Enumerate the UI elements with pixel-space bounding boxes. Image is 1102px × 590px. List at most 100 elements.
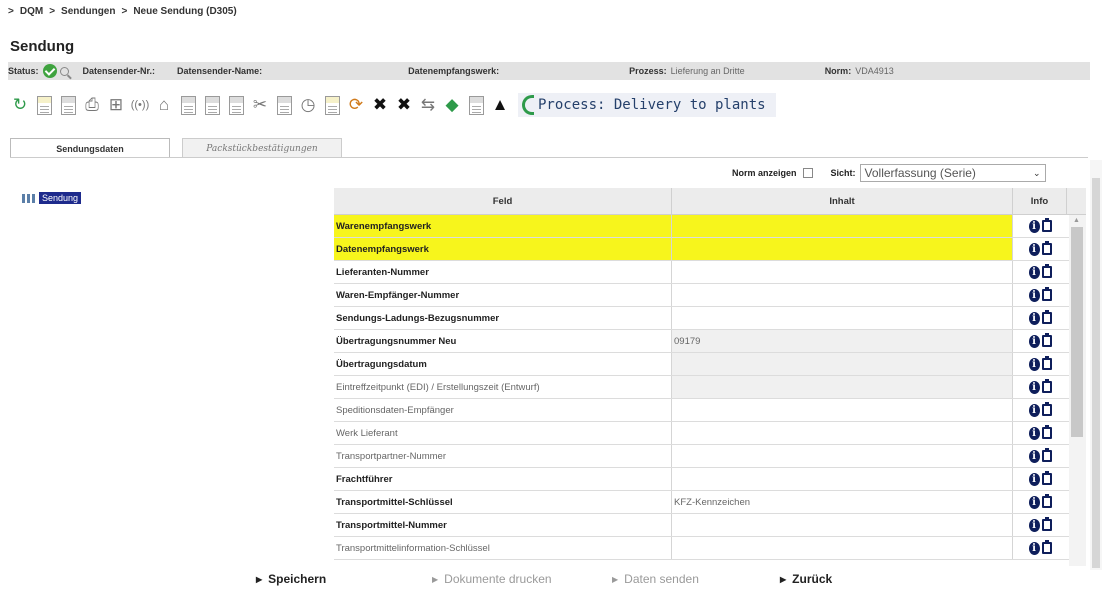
- page-scrollbar-thumb[interactable]: [1092, 178, 1100, 568]
- clipboard-icon[interactable]: [1041, 333, 1052, 347]
- info-icon[interactable]: i: [1028, 518, 1040, 532]
- sicht-select[interactable]: Vollerfassung (Serie) ⌄: [859, 164, 1046, 182]
- cycle-icon[interactable]: ⟳: [346, 93, 366, 117]
- print-documents-button[interactable]: ▶ Dokumente drucken: [432, 572, 552, 586]
- clipboard-icon[interactable]: [1041, 241, 1052, 255]
- field-value-input[interactable]: [672, 215, 1013, 237]
- scroll-up-icon[interactable]: ▲: [1073, 217, 1080, 224]
- field-value-input[interactable]: [672, 445, 1013, 467]
- warning-bell-icon[interactable]: ▲: [490, 93, 510, 117]
- breadcrumb-item-sendungen[interactable]: Sendungen: [61, 6, 115, 17]
- tab-packstueckbestaetigungen[interactable]: Packstückbestätigungen: [182, 138, 342, 158]
- clipboard-icon[interactable]: [1041, 218, 1052, 232]
- field-value-input[interactable]: [672, 422, 1013, 444]
- radio-icon[interactable]: ((•)): [130, 93, 150, 117]
- field-value-input[interactable]: [672, 261, 1013, 283]
- info-icon[interactable]: i: [1028, 472, 1040, 486]
- page-scrollbar[interactable]: [1090, 160, 1102, 570]
- transfer-icon[interactable]: ⇆: [418, 93, 438, 117]
- grid-scrollbar[interactable]: ▲: [1069, 215, 1086, 566]
- clipboard-icon[interactable]: [1041, 425, 1052, 439]
- truck-icon[interactable]: ◆: [442, 93, 462, 117]
- table-row[interactable]: Frachtführer i: [334, 468, 1086, 491]
- table-row[interactable]: Speditionsdaten-Empfänger i: [334, 399, 1086, 422]
- info-icon[interactable]: i: [1028, 495, 1040, 509]
- breadcrumb-item-dqm[interactable]: DQM: [20, 6, 43, 17]
- page-icon[interactable]: [178, 93, 198, 117]
- paste-icon[interactable]: [274, 93, 294, 117]
- info-icon[interactable]: i: [1028, 288, 1040, 302]
- table-row[interactable]: Transportpartner-Nummer i: [334, 445, 1086, 468]
- clipboard-icon[interactable]: [1041, 264, 1052, 278]
- table-row[interactable]: Waren-Empfänger-Nummer i: [334, 284, 1086, 307]
- table-row[interactable]: Eintreffzeitpunkt (EDI) / Erstellungszei…: [334, 376, 1086, 399]
- field-value-input[interactable]: [672, 468, 1013, 490]
- table-row[interactable]: Warenempfangswerk i: [334, 215, 1086, 238]
- info-icon[interactable]: i: [1028, 265, 1040, 279]
- table-row[interactable]: Datenempfangswerk i: [334, 238, 1086, 261]
- table-row[interactable]: Werk Lieferant i: [334, 422, 1086, 445]
- field-value-input[interactable]: [672, 537, 1013, 559]
- table-row[interactable]: Übertragungsdatum i: [334, 353, 1086, 376]
- clipboard-icon[interactable]: [1041, 540, 1052, 554]
- info-cell: i: [1013, 422, 1067, 444]
- preview-icon[interactable]: [466, 93, 486, 117]
- info-icon[interactable]: i: [1028, 334, 1040, 348]
- cut-icon[interactable]: ✂: [250, 93, 270, 117]
- info-icon[interactable]: i: [1028, 426, 1040, 440]
- clipboard-icon[interactable]: [1041, 287, 1052, 301]
- clock-icon[interactable]: ◷: [298, 93, 318, 117]
- refresh-icon[interactable]: ↻: [10, 93, 30, 117]
- field-value-input[interactable]: KFZ-Kennzeichen: [672, 491, 1013, 513]
- field-value-input[interactable]: [672, 376, 1013, 398]
- clipboard-icon[interactable]: [1041, 310, 1052, 324]
- document-edit-icon[interactable]: [322, 93, 342, 117]
- field-value-input[interactable]: [672, 238, 1013, 260]
- table-row[interactable]: Transportmittel-Schlüssel KFZ-Kennzeichen…: [334, 491, 1086, 514]
- info-icon[interactable]: i: [1028, 357, 1040, 371]
- tab-sendungsdaten[interactable]: Sendungsdaten: [10, 138, 170, 158]
- delete-all-icon[interactable]: ✖: [394, 93, 414, 117]
- clipboard-icon[interactable]: [1041, 356, 1052, 370]
- magnifier-icon[interactable]: [59, 66, 69, 76]
- field-value-input[interactable]: [672, 514, 1013, 536]
- table-row[interactable]: Übertragungsnummer Neu 09179 i: [334, 330, 1086, 353]
- info-icon[interactable]: i: [1028, 403, 1040, 417]
- tower-icon[interactable]: ⌂: [154, 93, 174, 117]
- clipboard-icon[interactable]: [1041, 448, 1052, 462]
- clipboard-icon[interactable]: [1041, 517, 1052, 531]
- info-icon[interactable]: i: [1028, 311, 1040, 325]
- delete-icon[interactable]: ✖: [370, 93, 390, 117]
- field-value-input[interactable]: [672, 307, 1013, 329]
- table-row[interactable]: Lieferanten-Nummer i: [334, 261, 1086, 284]
- info-icon[interactable]: i: [1028, 242, 1040, 256]
- page-double-icon[interactable]: [226, 93, 246, 117]
- info-icon[interactable]: i: [1028, 380, 1040, 394]
- field-value-input[interactable]: 09179: [672, 330, 1013, 352]
- document-copy-icon[interactable]: [58, 93, 78, 117]
- clipboard-icon[interactable]: [1041, 379, 1052, 393]
- column-header-inhalt: Inhalt: [672, 188, 1013, 214]
- clipboard-icon[interactable]: [1041, 402, 1052, 416]
- send-data-button[interactable]: ▶ Daten senden: [612, 572, 699, 586]
- table-row[interactable]: Transportmittel-Nummer i: [334, 514, 1086, 537]
- info-icon[interactable]: i: [1028, 541, 1040, 555]
- norm-anzeigen-checkbox[interactable]: [802, 168, 813, 178]
- grid-scrollbar-thumb[interactable]: [1071, 227, 1083, 437]
- table-row[interactable]: Sendungs-Ladungs-Bezugsnummer i: [334, 307, 1086, 330]
- info-icon[interactable]: i: [1028, 219, 1040, 233]
- field-value-input[interactable]: [672, 353, 1013, 375]
- table-row[interactable]: Transportmittelinformation-Schlüssel i: [334, 537, 1086, 560]
- field-value-input[interactable]: [672, 399, 1013, 421]
- page-split-icon[interactable]: [202, 93, 222, 117]
- clipboard-icon[interactable]: [1041, 471, 1052, 485]
- save-button[interactable]: ▶ Speichern: [256, 572, 326, 586]
- field-value-input[interactable]: [672, 284, 1013, 306]
- document-icon[interactable]: [34, 93, 54, 117]
- print-icon[interactable]: ⎙: [82, 93, 102, 117]
- back-button[interactable]: ▶ Zurück: [780, 572, 832, 586]
- info-icon[interactable]: i: [1028, 449, 1040, 463]
- grid-icon[interactable]: ⊞: [106, 93, 126, 117]
- tree-node-sendung[interactable]: Sendung: [39, 192, 82, 204]
- clipboard-icon[interactable]: [1041, 494, 1052, 508]
